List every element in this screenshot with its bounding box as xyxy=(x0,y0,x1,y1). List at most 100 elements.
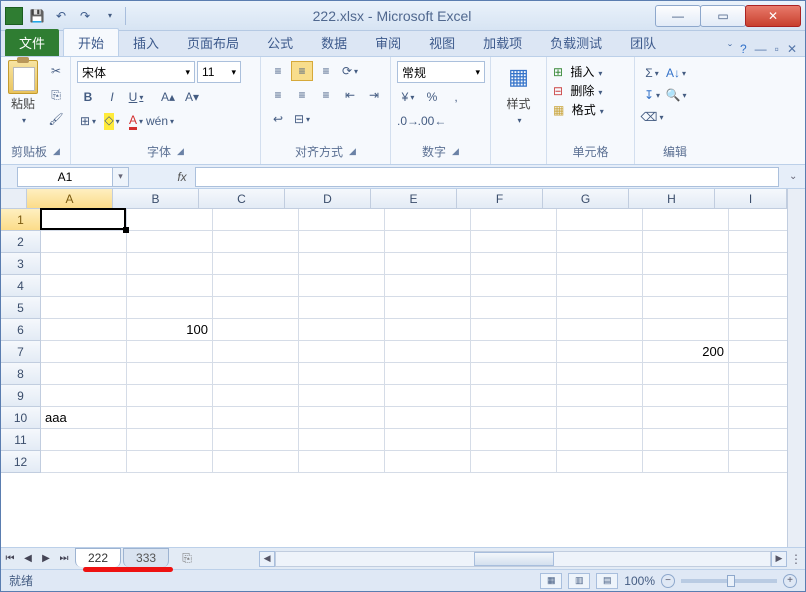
cell-styles-button[interactable]: ▦ 样式 xyxy=(499,61,539,126)
cell-I5[interactable] xyxy=(729,297,787,319)
cell-I7[interactable] xyxy=(729,341,787,363)
cell-C8[interactable] xyxy=(213,363,299,385)
fill-icon[interactable]: ↧ xyxy=(641,85,663,105)
cell-I6[interactable] xyxy=(729,319,787,341)
cell-I8[interactable] xyxy=(729,363,787,385)
wrap-text-icon[interactable]: ↩ xyxy=(267,109,289,129)
row-header-9[interactable]: 9 xyxy=(1,385,41,407)
select-all-corner[interactable] xyxy=(1,189,27,209)
cell-C9[interactable] xyxy=(213,385,299,407)
cell-B10[interactable] xyxy=(127,407,213,429)
autosum-icon[interactable]: Σ xyxy=(641,63,663,83)
workbook-minimize-icon[interactable]: — xyxy=(755,42,767,56)
row-header-3[interactable]: 3 xyxy=(1,253,41,275)
alignment-dialog-icon[interactable]: ◢ xyxy=(349,146,356,157)
cell-A7[interactable] xyxy=(41,341,127,363)
cell-C7[interactable] xyxy=(213,341,299,363)
cell-B6[interactable]: 100 xyxy=(127,319,213,341)
column-header-B[interactable]: B xyxy=(113,189,199,209)
tab-addins[interactable]: 加载项 xyxy=(469,29,536,56)
align-middle-icon[interactable]: ≡ xyxy=(291,61,313,81)
cell-E4[interactable] xyxy=(385,275,471,297)
cell-F12[interactable] xyxy=(471,451,557,473)
row-header-12[interactable]: 12 xyxy=(1,451,41,473)
cell-B2[interactable] xyxy=(127,231,213,253)
cell-G2[interactable] xyxy=(557,231,643,253)
workbook-restore-icon[interactable]: ▫ xyxy=(775,42,779,56)
cell-E3[interactable] xyxy=(385,253,471,275)
sheet-tab-333[interactable]: 333 xyxy=(123,548,169,567)
paste-dropdown-icon[interactable] xyxy=(20,112,26,126)
row-header-8[interactable]: 8 xyxy=(1,363,41,385)
cell-D4[interactable] xyxy=(299,275,385,297)
hscroll-thumb[interactable] xyxy=(474,552,554,566)
formula-input[interactable] xyxy=(195,167,779,187)
cell-A4[interactable] xyxy=(41,275,127,297)
cell-H8[interactable] xyxy=(643,363,729,385)
underline-button[interactable]: U xyxy=(125,87,147,107)
close-button[interactable]: ✕ xyxy=(745,5,801,27)
maximize-button[interactable]: ▭ xyxy=(700,5,746,27)
row-header-11[interactable]: 11 xyxy=(1,429,41,451)
cell-E1[interactable] xyxy=(385,209,471,231)
column-header-C[interactable]: C xyxy=(199,189,285,209)
cell-B3[interactable] xyxy=(127,253,213,275)
cell-B7[interactable] xyxy=(127,341,213,363)
tab-team[interactable]: 团队 xyxy=(616,29,670,56)
cell-A5[interactable] xyxy=(41,297,127,319)
format-painter-icon[interactable]: 🖌 xyxy=(45,109,67,129)
cell-E2[interactable] xyxy=(385,231,471,253)
tab-view[interactable]: 视图 xyxy=(415,29,469,56)
workbook-close-icon[interactable]: ✕ xyxy=(787,42,797,56)
cell-I3[interactable] xyxy=(729,253,787,275)
cell-D11[interactable] xyxy=(299,429,385,451)
cell-H7[interactable]: 200 xyxy=(643,341,729,363)
column-header-F[interactable]: F xyxy=(457,189,543,209)
phonetic-icon[interactable]: wén xyxy=(149,111,171,131)
cell-E10[interactable] xyxy=(385,407,471,429)
name-box-dropdown-icon[interactable]: ▾ xyxy=(113,167,129,187)
name-box[interactable]: A1 xyxy=(17,167,113,187)
cell-I9[interactable] xyxy=(729,385,787,407)
cell-G1[interactable] xyxy=(557,209,643,231)
font-color-icon[interactable]: A xyxy=(125,111,147,131)
ribbon-minimize-icon[interactable]: ˇ xyxy=(728,42,732,56)
delete-cells-button[interactable]: ⊟ 删除 xyxy=(553,82,628,99)
align-right-icon[interactable]: ≡ xyxy=(315,85,337,105)
cell-A9[interactable] xyxy=(41,385,127,407)
cell-D3[interactable] xyxy=(299,253,385,275)
cell-A2[interactable] xyxy=(41,231,127,253)
shrink-font-icon[interactable]: A▾ xyxy=(181,87,203,107)
cell-G12[interactable] xyxy=(557,451,643,473)
column-header-A[interactable]: A xyxy=(27,189,113,209)
cell-E12[interactable] xyxy=(385,451,471,473)
save-icon[interactable]: 💾 xyxy=(27,6,47,26)
align-left-icon[interactable]: ≡ xyxy=(267,85,289,105)
cell-E7[interactable] xyxy=(385,341,471,363)
tab-insert[interactable]: 插入 xyxy=(119,29,173,56)
cell-D5[interactable] xyxy=(299,297,385,319)
page-break-view-icon[interactable]: ▤ xyxy=(596,573,618,589)
styles-dropdown-icon[interactable] xyxy=(515,112,521,126)
cell-D8[interactable] xyxy=(299,363,385,385)
orientation-icon[interactable]: ⟳ xyxy=(339,61,361,81)
undo-icon[interactable]: ↶ xyxy=(51,6,71,26)
tab-loadtest[interactable]: 负载测试 xyxy=(536,29,616,56)
cell-C6[interactable] xyxy=(213,319,299,341)
cell-F10[interactable] xyxy=(471,407,557,429)
zoom-out-icon[interactable]: − xyxy=(661,574,675,588)
cell-D10[interactable] xyxy=(299,407,385,429)
clipboard-dialog-icon[interactable]: ◢ xyxy=(53,146,60,157)
cell-C3[interactable] xyxy=(213,253,299,275)
sheet-nav-first-icon[interactable]: ⏮ xyxy=(1,553,19,564)
paste-button[interactable]: 粘贴 xyxy=(7,61,39,126)
minimize-button[interactable]: — xyxy=(655,5,701,27)
cell-H5[interactable] xyxy=(643,297,729,319)
cell-I1[interactable] xyxy=(729,209,787,231)
cell-H12[interactable] xyxy=(643,451,729,473)
cell-E6[interactable] xyxy=(385,319,471,341)
column-header-I[interactable]: I xyxy=(715,189,787,209)
cell-H3[interactable] xyxy=(643,253,729,275)
cell-C1[interactable] xyxy=(213,209,299,231)
cell-E5[interactable] xyxy=(385,297,471,319)
